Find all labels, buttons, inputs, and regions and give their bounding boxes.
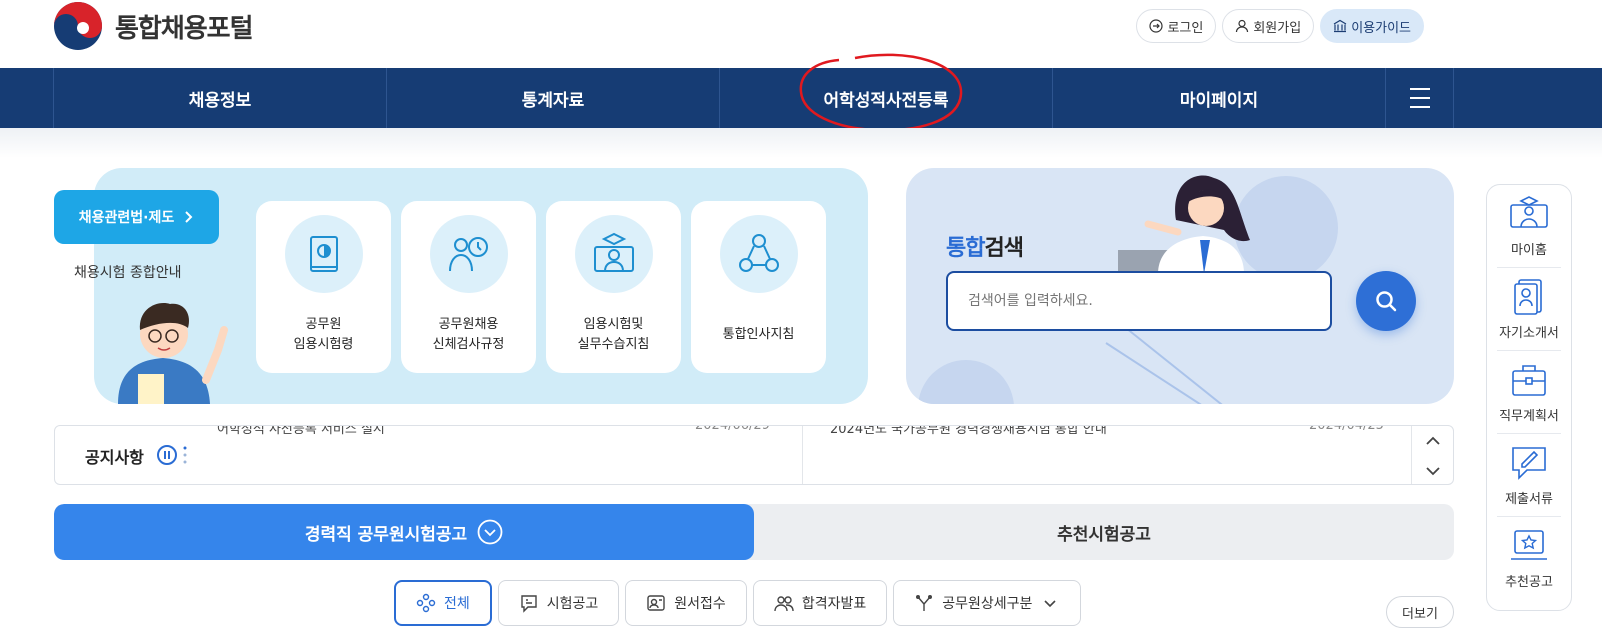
more-button[interactable]: 더보기 [1386,596,1454,628]
document-person-icon [1514,278,1542,315]
star-monitor-icon [1511,530,1547,560]
signup-button[interactable]: 회원가입 [1222,9,1315,43]
filter-bar: 전체 시험공고 원서접수 합격자발표 공무원상세구분 [394,580,1082,626]
dots-vertical-icon [183,446,187,464]
quick-label: 제출서류 [1505,491,1553,507]
tab-label: 추천시험공고 [1057,524,1151,545]
red-annotation-circle [799,53,963,132]
filter-label: 전체 [444,596,470,612]
taegeuk-logo-icon [53,1,103,51]
card-label: 공무원채용 신체검사규정 [432,317,505,352]
book-icon [284,215,363,293]
quick-item-job-plan[interactable]: 직무계획서 [1497,351,1561,434]
nav-item-recruit-info[interactable]: 채용정보 [53,68,386,128]
filter-label: 원서접수 [674,596,726,612]
quick-label: 자기소개서 [1499,325,1559,341]
graduate-monitor-icon [1510,195,1548,228]
card-label: 통합인사지침 [722,327,795,342]
nav-item-statistics[interactable]: 통계자료 [386,68,719,128]
nav-shadow [0,128,1602,158]
quick-item-self-intro[interactable]: 자기소개서 [1497,268,1561,351]
exam-tabs: 경력직 공무원시험공고 추천시험공고 [54,504,1454,560]
briefcase-icon [1512,364,1546,396]
search-input[interactable] [946,271,1332,331]
filter-application[interactable]: 원서접수 [625,580,747,626]
quick-label: 직무계획서 [1499,408,1559,424]
login-icon [1149,19,1164,33]
guide-button[interactable]: 이용가이드 [1320,9,1424,43]
exam-guide-link[interactable]: 채용시험 종합안내 [74,262,182,282]
law-cards: 공무원 임용시험령 공무원채용 신체검사규정 임용시험및 실무수습지침 통합인사… [256,201,826,373]
law-system-button[interactable]: 채용관련법·제도 [54,190,219,244]
site-logo[interactable]: 통합채용포털 [53,0,254,52]
tab-label: 경력직 공무원시험공고 [304,524,468,545]
notice-arrows [1411,426,1453,484]
user-icon [1236,19,1249,33]
nav-item-mypage[interactable]: 마이페이지 [1052,68,1385,128]
chevron-down-icon[interactable] [1425,466,1441,476]
chevron-down-circle-icon [477,519,503,545]
filter-label: 합격자발표 [801,596,867,612]
girl-illustration [1118,175,1250,274]
notice-doc-icon [521,595,537,613]
quick-label: 마이홈 [1511,242,1547,258]
utility-menu: 로그인 회원가입 이용가이드 [1136,9,1424,43]
card-integrated-hr-guide[interactable]: 통합인사지침 [691,201,826,373]
card-label: 공무원 임용시험령 [293,317,354,352]
search-title: 통합검색 [946,230,1024,262]
search-button[interactable] [1356,271,1416,331]
quick-item-documents[interactable]: 제출서류 [1497,434,1561,517]
card-exam-practice-guide[interactable]: 임용시험및 실무수습지침 [546,201,681,373]
graduate-icon [574,215,653,293]
search-title-rest: 검색 [984,236,1023,261]
nodes-icon [416,593,436,613]
search-icon [1376,291,1397,312]
quick-item-recommended[interactable]: 추천공고 [1497,517,1561,600]
notice-item-text[interactable]: 2024년도 국가공무원 경력경쟁채용시험 통합 안내 [830,426,1107,437]
login-button[interactable]: 로그인 [1136,9,1217,43]
chevron-up-icon[interactable] [1425,436,1441,446]
hamburger-icon [1409,88,1430,108]
quick-item-myhome[interactable]: 마이홈 [1497,185,1561,268]
quick-menu: 마이홈 자기소개서 직무계획서 제출서류 추천공고 [1486,184,1572,611]
filter-label: 공무원상세구분 [942,596,1033,612]
chevron-right-icon [185,211,193,223]
tab-career-exam[interactable]: 경력직 공무원시험공고 [54,504,754,560]
law-system-label: 채용관련법·제도 [78,210,175,226]
hamburger-menu-button[interactable] [1385,68,1454,128]
card-civil-servant-exam-decree[interactable]: 공무원 임용시험령 [256,201,391,373]
tab-recommended-exam[interactable]: 추천시험공고 [754,504,1454,560]
card-label: 임용시험및 실무수습지침 [577,317,650,352]
filter-civil-servant-category[interactable]: 공무원상세구분 [893,580,1082,626]
notice-bar: 공지사항 어학성적 사전등록 서비스 실시 2024/06/29 2024년도 … [54,425,1454,485]
site-title: 통합채용포털 [115,13,254,44]
signup-label: 회원가입 [1253,20,1302,36]
pen-document-icon [1512,446,1546,480]
notice-divider [802,426,803,484]
boy-illustration [118,303,228,404]
people-icon [774,596,794,612]
branch-icon [916,595,933,611]
notice-item-text[interactable]: 어학성적 사전등록 서비스 실시 [217,426,385,437]
filter-label: 시험공고 [546,596,599,612]
building-icon [1333,19,1347,33]
card-physical-exam-rule[interactable]: 공무원채용 신체검사규정 [401,201,536,373]
pause-icon[interactable] [157,445,177,465]
notice-title: 공지사항 [85,448,144,467]
quick-label: 추천공고 [1505,575,1553,590]
filter-all[interactable]: 전체 [394,580,492,626]
login-label: 로그인 [1167,20,1204,36]
notice-item-date: 2024/06/29 [695,425,770,433]
id-card-icon [647,595,665,611]
people-network-icon [719,215,798,293]
guide-label: 이용가이드 [1351,20,1411,36]
person-clock-icon [429,215,508,293]
search-title-accent: 통합 [946,236,985,261]
filter-pass-announcement[interactable]: 합격자발표 [752,580,888,626]
filter-exam-notice[interactable]: 시험공고 [497,580,620,626]
chevron-down-icon [1044,600,1056,608]
notice-item-date: 2024/04/25 [1309,425,1384,433]
